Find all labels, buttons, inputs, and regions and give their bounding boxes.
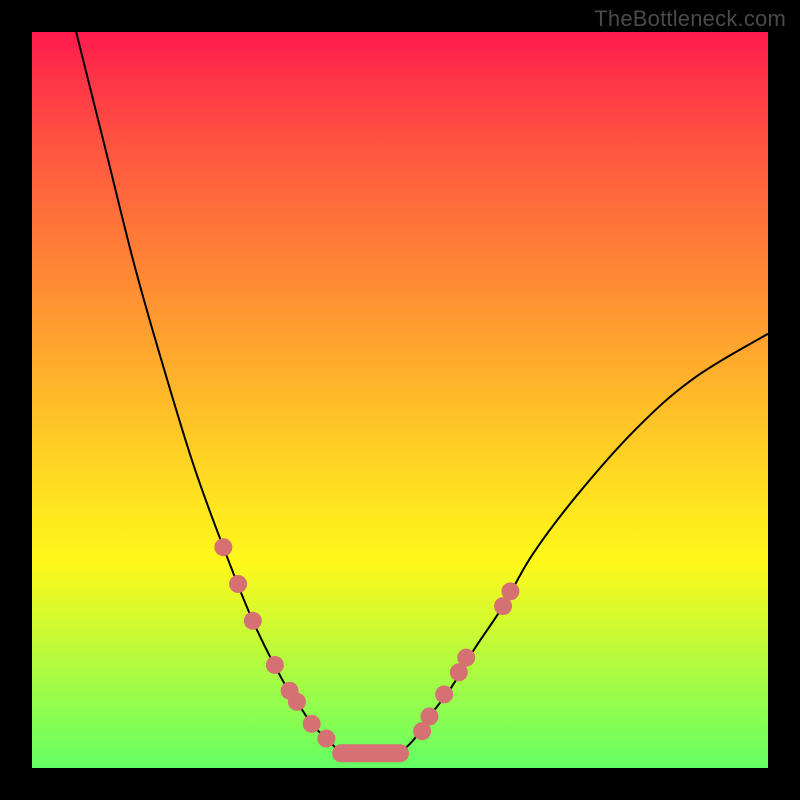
marker-dot: [420, 707, 438, 725]
curve-right: [400, 334, 768, 754]
marker-dot: [501, 582, 519, 600]
watermark-text: TheBottleneck.com: [594, 6, 786, 32]
curve-left: [76, 32, 341, 753]
marker-dot: [457, 649, 475, 667]
marker-dot: [229, 575, 247, 593]
marker-dot: [244, 612, 262, 630]
plot-area: [32, 32, 768, 768]
marker-dot: [266, 656, 284, 674]
marker-dot: [435, 685, 453, 703]
chart-svg: [32, 32, 768, 768]
outer-frame: TheBottleneck.com: [0, 0, 800, 800]
marker-dot: [214, 538, 232, 556]
marker-dot: [317, 730, 335, 748]
marker-dot: [303, 715, 321, 733]
marker-group: [214, 538, 519, 747]
marker-dot: [288, 693, 306, 711]
